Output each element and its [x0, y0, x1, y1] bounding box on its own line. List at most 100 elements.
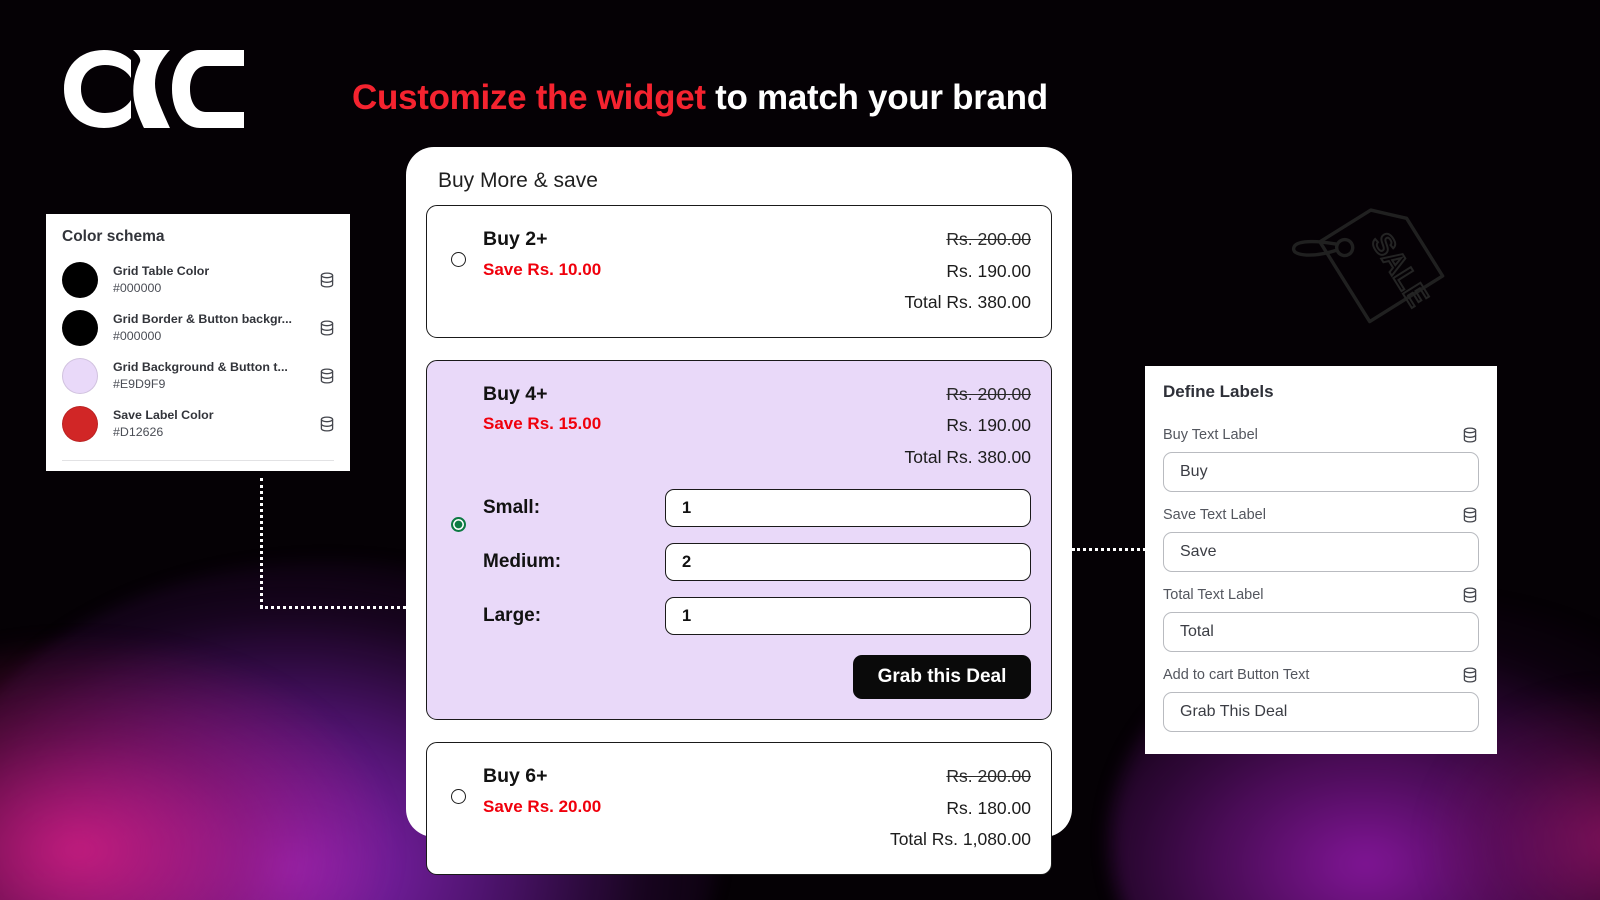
field-save-text-label: Save Text Label Save [1163, 506, 1479, 572]
color-swatch[interactable] [62, 262, 98, 298]
variant-label: Small: [483, 497, 541, 518]
color-hex: #000000 [113, 281, 162, 295]
tier-old-price: Rs. 200.00 [946, 383, 1031, 404]
variant-row-small: Small: 1 [483, 489, 1031, 527]
buy-text-input[interactable]: Buy [1163, 452, 1479, 492]
database-icon[interactable] [1461, 586, 1479, 604]
database-icon[interactable] [318, 319, 336, 337]
color-hex: #D12626 [113, 425, 164, 439]
database-icon[interactable] [318, 367, 336, 385]
color-schema-panel: Color schema Grid Table Color #000000 Gr… [46, 214, 350, 471]
tier-radio[interactable] [451, 252, 466, 267]
field-head: Save Text Label [1163, 506, 1479, 532]
tier-total: Total Rs. 380.00 [904, 292, 1031, 312]
tier-radio[interactable] [451, 789, 466, 804]
color-swatch[interactable] [62, 406, 98, 442]
color-schema-row[interactable]: Grid Border & Button backgr... #000000 [46, 304, 350, 352]
tier-quantity-label: Buy 6+ [483, 765, 548, 787]
variant-quantity-input[interactable]: 1 [665, 597, 1031, 635]
color-schema-row[interactable]: Grid Background & Button t... #E9D9F9 [46, 352, 350, 400]
tier-new-price: Rs. 180.00 [946, 797, 1031, 818]
field-head: Buy Text Label [1163, 426, 1479, 452]
database-icon[interactable] [318, 415, 336, 433]
tier-card[interactable]: Buy 6+ Save Rs. 20.00 Rs. 200.00 Rs. 180… [426, 742, 1052, 875]
variant-row-medium: Medium: 2 [483, 543, 1031, 581]
color-swatch[interactable] [62, 310, 98, 346]
color-swatch[interactable] [62, 358, 98, 394]
page-title: Customize the widget to match your brand [352, 78, 1048, 118]
tier-save-label: Save Rs. 15.00 [483, 414, 602, 434]
field-label: Save Text Label [1163, 507, 1266, 523]
headline-rest: to match your brand [705, 78, 1048, 117]
grab-this-deal-button[interactable]: Grab this Deal [853, 655, 1031, 699]
color-name: Grid Background & Button t... [113, 360, 288, 375]
color-row-texts: Save Label Color #D12626 [98, 407, 318, 440]
database-icon[interactable] [1461, 506, 1479, 524]
field-label: Total Text Label [1163, 587, 1264, 603]
variant-label: Medium: [483, 551, 562, 572]
tier-quantity-label: Buy 2+ [483, 228, 548, 250]
tier-left: Buy 4+ Save Rs. 15.00 [483, 379, 601, 438]
color-hex: #E9D9F9 [113, 377, 166, 391]
connector-right-horizontal [1072, 548, 1146, 551]
field-head: Add to cart Button Text [1163, 666, 1479, 692]
color-row-texts: Grid Table Color #000000 [98, 263, 318, 296]
sale-tag-icon: SALE [1288, 182, 1458, 332]
widget-title: Buy More & save [438, 169, 598, 192]
color-schema-title: Color schema [62, 228, 165, 245]
divider [62, 460, 334, 461]
background-glow-magenta [0, 640, 390, 900]
tier-total: Total Rs. 1,080.00 [889, 829, 1031, 849]
widget-preview: Buy More & save Buy 2+ Save Rs. 10.00 Rs… [406, 147, 1072, 875]
color-name: Grid Table Color [113, 264, 210, 279]
add-to-cart-button-text-input[interactable]: Grab This Deal [1163, 692, 1479, 732]
tier-save-label: Save Rs. 10.00 [483, 259, 602, 279]
color-row-texts: Grid Background & Button t... #E9D9F9 [98, 359, 318, 392]
tier-old-price: Rs. 200.00 [946, 766, 1031, 786]
tier-total: Total Rs. 380.00 [904, 446, 1031, 467]
color-name: Grid Border & Button backgr... [113, 312, 292, 327]
color-schema-row[interactable]: Save Label Color #D12626 [46, 400, 350, 448]
connector-left-horizontal [260, 606, 406, 609]
tier-left: Buy 2+ Save Rs. 10.00 [483, 224, 601, 283]
field-buy-text-label: Buy Text Label Buy [1163, 426, 1479, 492]
define-labels-panel: Define Labels Buy Text Label Buy Save Te… [1145, 366, 1497, 754]
variant-label: Large: [483, 605, 542, 626]
variant-row-large: Large: 1 [483, 597, 1031, 635]
color-hex: #000000 [113, 329, 162, 343]
field-label: Buy Text Label [1163, 427, 1258, 443]
tier-card-selected[interactable]: Buy 4+ Save Rs. 15.00 Rs. 200.00 Rs. 190… [426, 359, 1052, 720]
color-schema-row[interactable]: Grid Table Color #000000 [46, 256, 350, 304]
field-head: Total Text Label [1163, 586, 1479, 612]
tier-grid: Buy 2+ Save Rs. 10.00 Rs. 200.00 Rs. 190… [483, 224, 1031, 319]
total-text-input[interactable]: Total [1163, 612, 1479, 652]
database-icon[interactable] [1461, 426, 1479, 444]
tier-save-label: Save Rs. 20.00 [483, 796, 602, 816]
tier-grid: Buy 4+ Save Rs. 15.00 Rs. 200.00 Rs. 190… [483, 379, 1031, 474]
color-row-texts: Grid Border & Button backgr... #000000 [98, 311, 318, 344]
save-text-input[interactable]: Save [1163, 532, 1479, 572]
tier-right: Rs. 200.00 Rs. 190.00 Total Rs. 380.00 [905, 224, 1031, 319]
tier-left: Buy 6+ Save Rs. 20.00 [483, 761, 601, 820]
tier-new-price: Rs. 190.00 [946, 260, 1031, 281]
tier-radio-selected[interactable] [451, 516, 466, 532]
tier-card[interactable]: Buy 2+ Save Rs. 10.00 Rs. 200.00 Rs. 190… [426, 205, 1052, 338]
field-label: Add to cart Button Text [1163, 667, 1310, 683]
connector-left-vertical [260, 478, 263, 608]
screenshot-stage: Customize the widget to match your brand… [0, 0, 1600, 900]
variant-quantity-input[interactable]: 1 [665, 489, 1031, 527]
define-labels-title: Define Labels [1163, 382, 1274, 401]
tier-grid: Buy 6+ Save Rs. 20.00 Rs. 200.00 Rs. 180… [483, 761, 1031, 856]
tier-right: Rs. 200.00 Rs. 180.00 Total Rs. 1,080.00 [890, 761, 1031, 856]
osc-logo [58, 44, 248, 134]
tier-new-price: Rs. 190.00 [946, 415, 1031, 435]
tier-quantity-label: Buy 4+ [483, 382, 548, 405]
field-add-to-cart-button-text: Add to cart Button Text Grab This Deal [1163, 666, 1479, 732]
svg-text:SALE: SALE [1364, 227, 1434, 312]
variant-quantity-input[interactable]: 2 [665, 543, 1031, 581]
field-total-text-label: Total Text Label Total [1163, 586, 1479, 652]
database-icon[interactable] [1461, 666, 1479, 684]
tier-old-price: Rs. 200.00 [946, 229, 1031, 249]
database-icon[interactable] [318, 271, 336, 289]
tier-right: Rs. 200.00 Rs. 190.00 Total Rs. 380.00 [905, 379, 1031, 474]
